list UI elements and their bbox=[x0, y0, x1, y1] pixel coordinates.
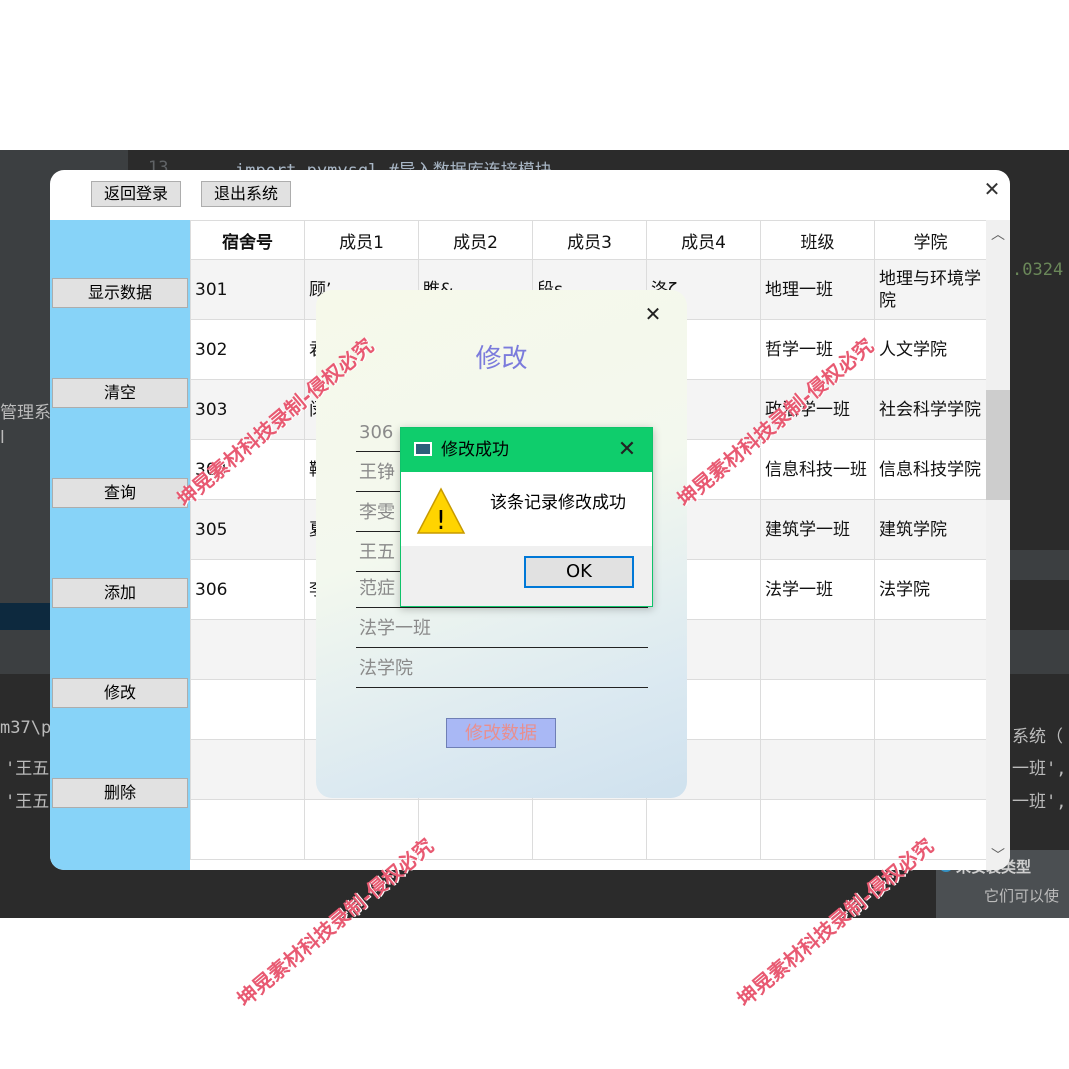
show-data-button[interactable]: 显示数据 bbox=[52, 278, 188, 308]
table-cell[interactable] bbox=[760, 679, 875, 740]
close-icon[interactable]: ✕ bbox=[980, 177, 1004, 201]
ide-tree-item: l bbox=[0, 428, 5, 448]
query-button[interactable]: 查询 bbox=[52, 478, 188, 508]
scroll-down-icon[interactable]: ﹀ bbox=[986, 846, 1010, 866]
table-cell[interactable]: 社会科学学院 bbox=[874, 379, 986, 440]
table-cell[interactable] bbox=[874, 619, 986, 680]
table-cell[interactable] bbox=[190, 679, 305, 740]
table-header-row: 宿舍号 成员1 成员2 成员3 成员4 班级 学院 bbox=[190, 220, 986, 260]
table-cell[interactable]: 302 bbox=[190, 319, 305, 380]
table-row[interactable] bbox=[190, 799, 986, 860]
table-cell[interactable]: 建筑学院 bbox=[874, 499, 986, 560]
table-cell[interactable]: 法学一班 bbox=[760, 559, 875, 620]
back-to-login-button[interactable]: 返回登录 bbox=[91, 181, 181, 207]
submit-edit-button[interactable]: 修改数据 bbox=[446, 718, 556, 748]
clear-button[interactable]: 清空 bbox=[52, 378, 188, 408]
console-line: 系统（ bbox=[1012, 727, 1063, 747]
table-cell[interactable] bbox=[646, 799, 761, 860]
table-cell[interactable]: 法学院 bbox=[874, 559, 986, 620]
table-cell[interactable] bbox=[874, 679, 986, 740]
column-header-college[interactable]: 学院 bbox=[874, 220, 986, 260]
delete-button[interactable]: 删除 bbox=[52, 778, 188, 808]
table-cell[interactable]: 信息科技学院 bbox=[874, 439, 986, 500]
success-message-box: 修改成功 ✕ ! 该条记录修改成功 OK bbox=[400, 427, 653, 607]
table-cell[interactable] bbox=[190, 739, 305, 800]
column-header-member4[interactable]: 成员4 bbox=[646, 220, 761, 260]
column-header-member2[interactable]: 成员2 bbox=[418, 220, 533, 260]
exit-system-button[interactable]: 退出系统 bbox=[201, 181, 291, 207]
ide-right-strip bbox=[1010, 550, 1069, 580]
table-scrollbar[interactable]: ︿ ﹀ bbox=[986, 220, 1010, 870]
window-icon bbox=[414, 442, 432, 456]
table-cell[interactable] bbox=[874, 739, 986, 800]
console-line: '王五 bbox=[5, 759, 50, 779]
ok-button[interactable]: OK bbox=[524, 556, 634, 588]
table-cell[interactable]: 人文学院 bbox=[874, 319, 986, 380]
sidebar: 显示数据 清空 查询 添加 修改 删除 bbox=[50, 220, 190, 870]
edit-button[interactable]: 修改 bbox=[52, 678, 188, 708]
column-header-member3[interactable]: 成员3 bbox=[532, 220, 647, 260]
table-cell[interactable]: 305 bbox=[190, 499, 305, 560]
add-button[interactable]: 添加 bbox=[52, 578, 188, 608]
table-cell[interactable] bbox=[760, 739, 875, 800]
close-icon[interactable]: ✕ bbox=[641, 302, 665, 326]
notification-body: 它们可以使 bbox=[984, 887, 1060, 905]
ide-code-fragment: .0324 bbox=[1012, 260, 1064, 280]
college-field[interactable]: 法学院 bbox=[356, 650, 648, 688]
scroll-up-icon[interactable]: ︿ bbox=[986, 225, 1010, 245]
table-cell[interactable] bbox=[190, 619, 305, 680]
table-cell[interactable] bbox=[760, 799, 875, 860]
column-header-class[interactable]: 班级 bbox=[760, 220, 875, 260]
message-text: 该条记录修改成功 bbox=[490, 493, 626, 513]
column-header-member1[interactable]: 成员1 bbox=[304, 220, 419, 260]
console-line: 一班', bbox=[1012, 759, 1067, 779]
scroll-thumb[interactable] bbox=[986, 390, 1010, 500]
console-line: '王五 bbox=[5, 792, 50, 812]
class-field[interactable]: 法学一班 bbox=[356, 610, 648, 648]
table-cell[interactable]: 建筑学一班 bbox=[760, 499, 875, 560]
table-cell[interactable] bbox=[190, 799, 305, 860]
console-line: 一班', bbox=[1012, 792, 1067, 812]
table-cell[interactable]: 地理与环境学院 bbox=[874, 259, 986, 320]
column-header-dorm[interactable]: 宿舍号 bbox=[190, 220, 305, 260]
close-icon[interactable]: ✕ bbox=[615, 438, 639, 462]
table-cell[interactable]: 地理一班 bbox=[760, 259, 875, 320]
console-path: m37\p bbox=[0, 718, 52, 738]
table-cell[interactable]: 信息科技一班 bbox=[760, 439, 875, 500]
table-cell[interactable]: 301 bbox=[190, 259, 305, 320]
warning-glyph: ! bbox=[436, 506, 446, 536]
warning-icon: ! bbox=[416, 487, 466, 536]
table-cell[interactable] bbox=[760, 619, 875, 680]
message-box-title: 修改成功 bbox=[441, 440, 509, 460]
table-cell[interactable] bbox=[532, 799, 647, 860]
table-cell[interactable]: 306 bbox=[190, 559, 305, 620]
